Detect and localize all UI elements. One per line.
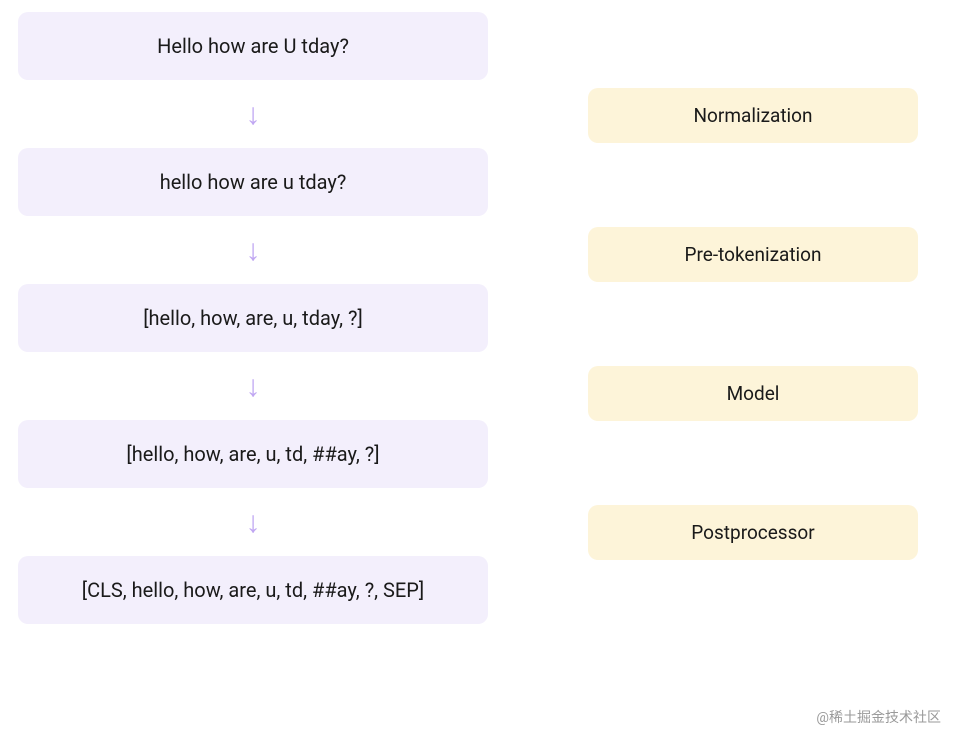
pipeline-column: Hello how are U tday? ↓ hello how are u … <box>18 12 488 624</box>
step-box-input: Hello how are U tday? <box>18 12 488 80</box>
step-box-model-output: [hello, how, are, u, td, ##ay, ?] <box>18 420 488 488</box>
stage-pretokenization: Pre-tokenization <box>588 227 918 282</box>
step-box-normalized: hello how are u tday? <box>18 148 488 216</box>
step-box-postprocessed: [CLS, hello, how, are, u, td, ##ay, ?, S… <box>18 556 488 624</box>
stage-postprocessor: Postprocessor <box>588 505 918 560</box>
stage-model: Model <box>588 366 918 421</box>
stage-normalization: Normalization <box>588 88 918 143</box>
stage-labels-column: Normalization Pre-tokenization Model Pos… <box>588 12 918 624</box>
arrow-down-icon: ↓ <box>246 216 261 284</box>
arrow-down-icon: ↓ <box>246 80 261 148</box>
arrow-down-icon: ↓ <box>246 352 261 420</box>
watermark-text: @稀土掘金技术社区 <box>816 707 941 727</box>
arrow-down-icon: ↓ <box>246 488 261 556</box>
step-box-pretokenized: [hello, how, are, u, tday, ?] <box>18 284 488 352</box>
diagram-container: Hello how are U tday? ↓ hello how are u … <box>0 0 955 624</box>
